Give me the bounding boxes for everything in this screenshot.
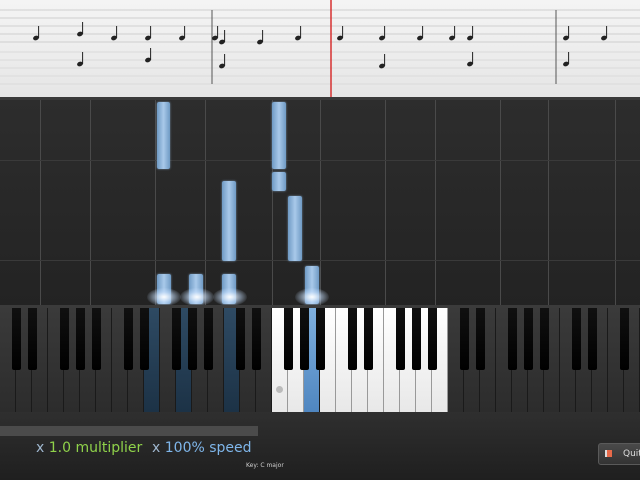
black-key[interactable] xyxy=(75,308,85,370)
black-key[interactable] xyxy=(171,308,181,370)
black-key[interactable] xyxy=(251,308,261,370)
black-key[interactable] xyxy=(427,308,437,370)
grid-line xyxy=(0,160,640,161)
grid-line xyxy=(0,260,640,261)
falling-note xyxy=(272,172,286,191)
speed-prefix: x xyxy=(152,440,161,456)
exit-door-icon xyxy=(605,450,612,457)
grid-line xyxy=(155,100,156,305)
black-key[interactable] xyxy=(123,308,133,370)
falling-note xyxy=(288,196,302,261)
staff-notation xyxy=(0,0,640,97)
grid-line xyxy=(90,100,91,305)
grid-line xyxy=(205,100,206,305)
black-key[interactable] xyxy=(59,308,69,370)
black-key[interactable] xyxy=(315,308,325,370)
falling-note xyxy=(272,102,286,169)
score-multiplier: x 1.0 multiplier xyxy=(36,440,142,456)
black-key[interactable] xyxy=(139,308,149,370)
key-signature-label: Key: C major xyxy=(246,462,284,469)
playback-speed[interactable]: x 100% speed xyxy=(152,440,252,456)
black-key[interactable] xyxy=(235,308,245,370)
grid-line xyxy=(435,100,436,305)
falling-note xyxy=(157,102,170,169)
black-key[interactable] xyxy=(523,308,533,370)
multiplier-value: 1.0 multiplier xyxy=(48,440,143,456)
note-hit-glow xyxy=(213,288,247,306)
black-key[interactable] xyxy=(11,308,21,370)
black-key[interactable] xyxy=(507,308,517,370)
black-key[interactable] xyxy=(539,308,549,370)
black-key[interactable] xyxy=(571,308,581,370)
falling-notes-area xyxy=(0,100,640,306)
song-progress-bar[interactable] xyxy=(0,426,258,436)
grid-line xyxy=(615,100,616,305)
grid-line xyxy=(40,100,41,305)
piano-keyboard[interactable] xyxy=(0,305,640,415)
speed-value: 100% speed xyxy=(164,440,252,456)
grid-line xyxy=(500,100,501,305)
grid-line xyxy=(385,100,386,305)
black-key[interactable] xyxy=(587,308,597,370)
black-key[interactable] xyxy=(395,308,405,370)
sheet-music xyxy=(0,0,640,100)
black-key[interactable] xyxy=(91,308,101,370)
black-key[interactable] xyxy=(283,308,293,370)
black-key[interactable] xyxy=(459,308,469,370)
black-key[interactable] xyxy=(363,308,373,370)
black-key[interactable] xyxy=(347,308,357,370)
grid-line xyxy=(320,100,321,305)
black-key[interactable] xyxy=(475,308,485,370)
quit-label: Quit xyxy=(623,449,640,459)
note-hit-glow xyxy=(180,288,214,306)
note-hit-glow xyxy=(295,288,329,306)
black-key[interactable] xyxy=(27,308,37,370)
note-hit-glow xyxy=(147,288,181,306)
grid-line xyxy=(548,100,549,305)
black-key[interactable] xyxy=(187,308,197,370)
falling-note xyxy=(222,181,236,261)
multiplier-prefix: x xyxy=(36,440,45,456)
black-key[interactable] xyxy=(299,308,309,370)
control-bar: x 1.0 multiplier x 100% speed xyxy=(0,412,640,480)
black-key[interactable] xyxy=(411,308,421,370)
black-key[interactable] xyxy=(619,308,629,370)
black-key[interactable] xyxy=(203,308,213,370)
middle-c-marker xyxy=(276,386,283,393)
